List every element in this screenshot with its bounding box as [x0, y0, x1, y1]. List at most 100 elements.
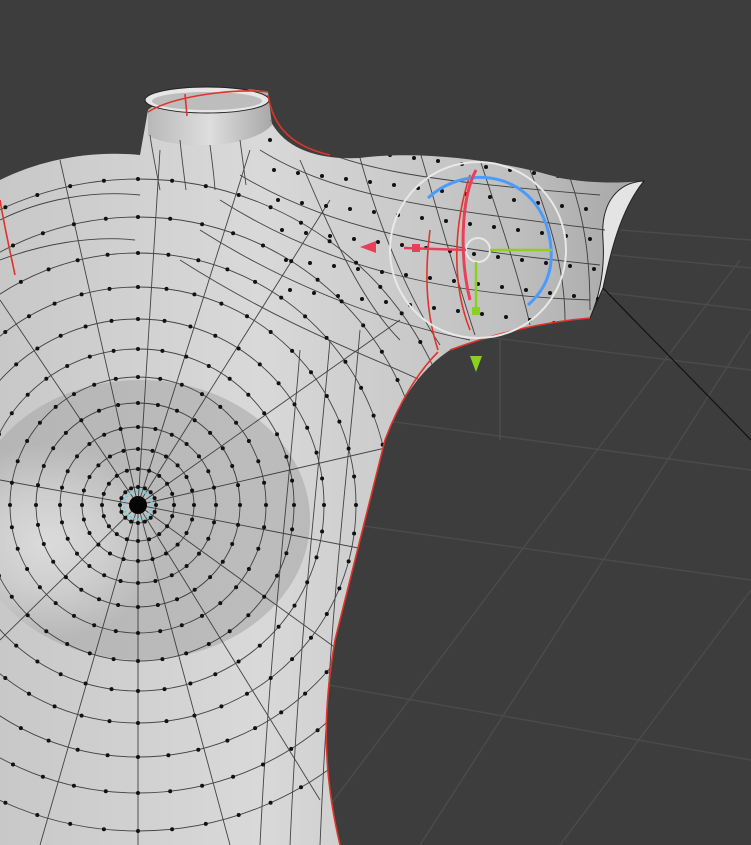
mesh-vertex — [35, 813, 40, 817]
mesh-vertex — [116, 603, 121, 607]
mesh-vertex — [51, 446, 56, 451]
mesh-vertex — [407, 407, 412, 412]
mesh-vertex — [154, 503, 158, 507]
mesh-vertex — [384, 300, 388, 304]
mesh-vertex — [446, 603, 450, 608]
mesh-vertex — [422, 535, 427, 540]
mesh-vertex — [165, 481, 170, 486]
mesh-vertex — [164, 286, 169, 291]
mesh-vertex — [119, 509, 124, 514]
mesh-vertex — [268, 205, 273, 210]
mesh-vertex — [44, 629, 49, 634]
mesh-vertex — [160, 348, 165, 353]
mesh-vertex — [418, 340, 423, 344]
mesh-vertex — [35, 346, 40, 351]
mesh-vertex — [290, 478, 295, 483]
mesh-vertex — [261, 243, 265, 248]
mesh-vertex — [172, 503, 176, 507]
mesh-vertex — [203, 184, 208, 189]
mesh-vertex — [275, 573, 279, 578]
mesh-vertex — [359, 385, 364, 390]
mesh-vertex — [158, 629, 163, 634]
mesh-vertex — [136, 467, 140, 471]
mesh-vertex — [36, 522, 40, 527]
mesh-vertex — [27, 691, 31, 696]
mesh-vertex — [97, 597, 101, 602]
mesh-vertex — [41, 464, 46, 468]
mesh-vertex — [268, 138, 272, 142]
mesh-vertex — [197, 454, 201, 459]
mesh-vertex — [166, 753, 171, 758]
mesh-vertex — [121, 448, 126, 453]
mesh-vertex — [124, 468, 129, 473]
mesh-vertex — [136, 347, 140, 351]
mesh-vertex — [40, 231, 45, 236]
mesh-vertex — [196, 747, 201, 752]
mesh-vertex — [65, 536, 70, 541]
mesh-vertex — [166, 252, 171, 257]
gizmo-y-scale-handle[interactable] — [472, 307, 480, 315]
mesh-vertex — [175, 463, 180, 468]
mesh-vertex — [360, 297, 364, 301]
mesh-vertex — [136, 485, 140, 489]
mesh-vertex — [388, 503, 392, 507]
3d-viewport[interactable] — [0, 0, 751, 845]
mesh-vertex — [245, 691, 249, 696]
gizmo-y-arrow[interactable] — [470, 356, 482, 372]
mesh-vertex — [136, 425, 140, 429]
mesh-vertex — [123, 490, 128, 495]
mesh-vertex — [136, 447, 140, 451]
mesh-vertex — [136, 581, 140, 585]
mesh-vertex — [175, 542, 180, 547]
mesh-vertex — [416, 567, 421, 572]
mesh-vertex — [284, 258, 288, 262]
mesh-vertex — [96, 463, 101, 468]
mesh-vertex — [556, 174, 560, 178]
mesh-vertex — [246, 392, 251, 397]
mesh-vertex — [388, 153, 392, 157]
mesh-vertex — [136, 317, 140, 321]
mesh-vertex — [108, 551, 112, 556]
mesh-vertex — [292, 402, 297, 407]
mesh-vertex — [516, 228, 520, 232]
mesh-vertex — [169, 573, 174, 578]
mesh-vertex — [96, 542, 101, 547]
mesh-vertex — [290, 527, 295, 532]
mesh-vertex — [292, 603, 297, 608]
mesh-vertex — [407, 598, 412, 603]
mesh-vertex — [3, 676, 8, 680]
mesh-vertex — [372, 210, 376, 214]
mesh-vertex — [371, 592, 376, 597]
mesh-vertex — [75, 258, 80, 263]
mesh-vertex — [600, 327, 604, 331]
mesh-vertex — [136, 689, 140, 693]
mesh-vertex — [79, 587, 84, 592]
mesh-vertex — [11, 762, 15, 767]
mesh-vertex — [123, 515, 128, 520]
mesh-vertex — [179, 623, 184, 628]
mesh-vertex — [324, 612, 329, 616]
mesh-vertex — [116, 403, 121, 407]
mesh-vertex — [376, 240, 380, 244]
mesh-vertex — [63, 430, 68, 435]
mesh-vertex — [378, 284, 383, 289]
mesh-vertex — [346, 446, 351, 451]
mesh-vertex — [276, 198, 280, 202]
mesh-vertex — [25, 392, 30, 397]
mesh-vertex — [496, 255, 500, 259]
mesh-vertex — [276, 381, 281, 386]
mesh-vertex — [168, 216, 173, 221]
mesh-vertex — [454, 435, 459, 440]
mesh-vertex — [236, 813, 241, 817]
mesh-vertex — [356, 267, 360, 271]
mesh-vertex — [87, 564, 92, 568]
mesh-vertex — [371, 413, 376, 418]
mesh-vertex — [420, 216, 424, 220]
mesh-vertex — [75, 747, 80, 752]
mesh-vertex — [324, 394, 329, 398]
mesh-vertex — [118, 503, 122, 507]
mesh-vertex — [14, 362, 19, 367]
mesh-vertex — [378, 721, 383, 726]
gizmo-x-scale-handle[interactable] — [412, 244, 420, 252]
mesh-vertex — [315, 728, 320, 733]
